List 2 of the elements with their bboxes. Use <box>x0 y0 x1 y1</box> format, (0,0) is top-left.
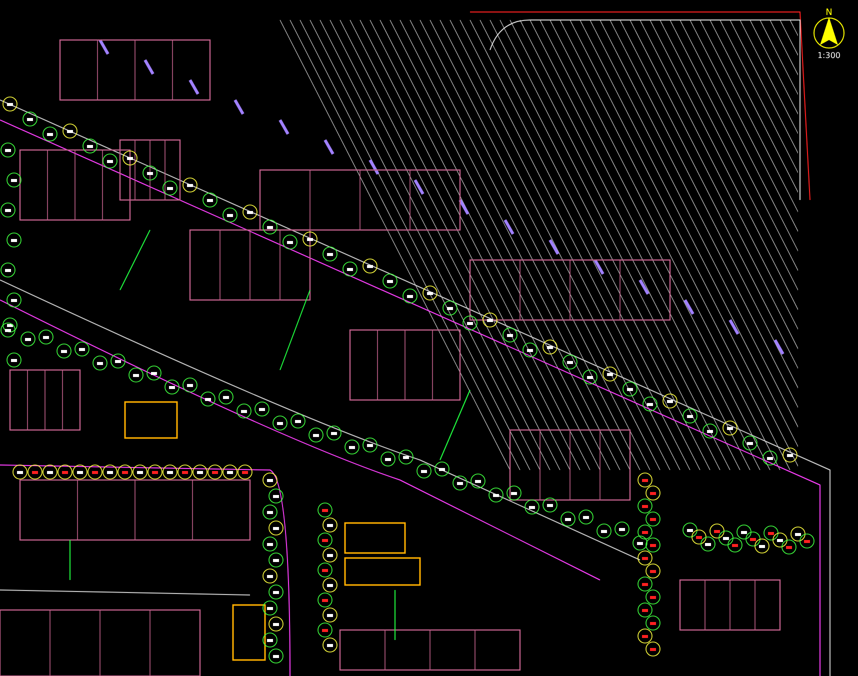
scale-label: 1:300 <box>817 51 841 60</box>
north-label: N <box>826 8 832 18</box>
